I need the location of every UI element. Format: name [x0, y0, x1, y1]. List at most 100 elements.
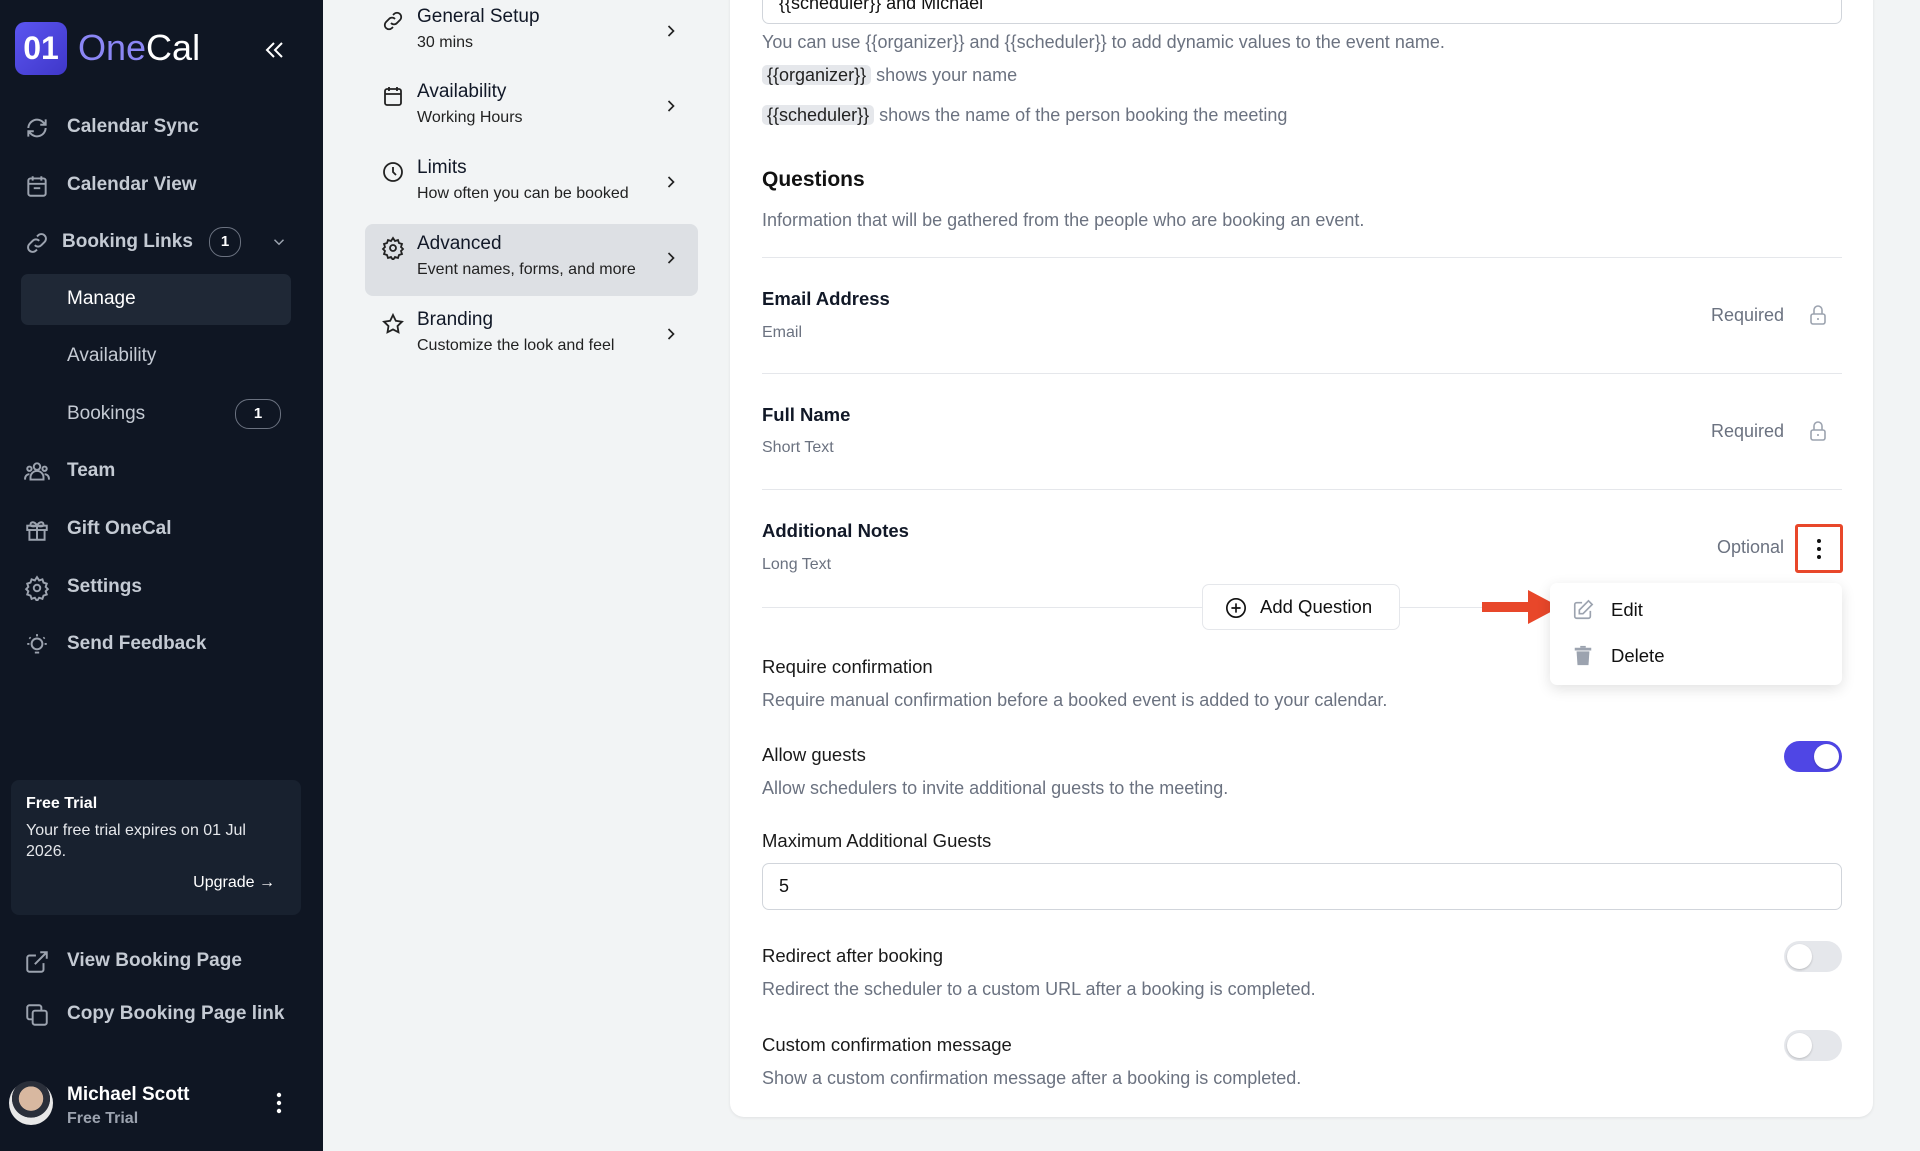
sidebar-item-team[interactable]: Team — [0, 447, 323, 495]
free-trial-card: Free Trial Your free trial expires on 01… — [11, 780, 301, 915]
require-confirmation-desc: Require manual confirmation before a boo… — [762, 690, 1388, 710]
nav-title: Limits — [417, 157, 467, 178]
plus-circle-icon — [1226, 598, 1246, 618]
nav-title: Advanced — [417, 233, 502, 254]
sidebar-item-manage[interactable]: Manage — [21, 274, 291, 325]
link-icon — [27, 233, 47, 253]
sidebar-item-label: Calendar Sync — [67, 116, 199, 137]
scheduler-chip-desc: shows the name of the person booking the… — [879, 105, 1288, 125]
redirect-label: Redirect after booking — [762, 945, 943, 966]
settings-nav-branding[interactable]: Branding Customize the look and feel — [365, 300, 698, 372]
clock-icon — [383, 162, 403, 182]
sidebar-item-gift-onecal[interactable]: Gift OneCal — [0, 505, 323, 553]
lock-icon — [1810, 305, 1826, 325]
sidebar-item-label: Manage — [67, 288, 136, 309]
divider — [762, 489, 1842, 490]
chevron-right-icon — [667, 328, 675, 340]
user-plan: Free Trial — [67, 1110, 139, 1127]
copy-icon — [26, 1004, 48, 1026]
chevron-right-icon — [667, 100, 675, 112]
more-vertical-icon[interactable] — [268, 1091, 290, 1115]
trial-text: Your free trial expires on 01 Jul 2026. — [26, 822, 246, 860]
organizer-chip: {{organizer}} — [762, 65, 872, 85]
event-name-help: You can use {{organizer}} and {{schedule… — [762, 32, 1445, 52]
more-vertical-icon — [1817, 539, 1821, 559]
settings-nav-limits[interactable]: Limits How often you can be booked — [365, 148, 698, 220]
lightbulb-icon — [27, 634, 47, 654]
menu-item-label: Delete — [1611, 645, 1665, 666]
annotation-arrow-icon — [1482, 590, 1560, 624]
settings-nav-availability[interactable]: Availability Working Hours — [365, 72, 698, 144]
user-profile[interactable]: Michael Scott Free Trial — [0, 1078, 323, 1130]
count-badge: 1 — [235, 399, 281, 429]
sidebar-item-label: Bookings — [67, 403, 146, 424]
organizer-chip-desc: shows your name — [876, 65, 1018, 85]
nav-subtitle: 30 mins — [417, 34, 474, 51]
sidebar-item-availability[interactable]: Availability — [0, 332, 323, 380]
question-status: Optional — [1716, 537, 1784, 557]
nav-subtitle: How often you can be booked — [417, 185, 629, 202]
sidebar-item-calendar-view[interactable]: Calendar View — [0, 161, 323, 209]
scheduler-chip: {{scheduler}} — [762, 105, 875, 125]
custom-message-desc: Show a custom confirmation message after… — [762, 1068, 1302, 1088]
sidebar-item-send-feedback[interactable]: Send Feedback — [0, 620, 323, 668]
divider — [762, 607, 1202, 608]
divider — [762, 373, 1842, 374]
refresh-icon — [27, 118, 47, 138]
sidebar-item-label: Availability — [67, 345, 157, 366]
allow-guests-desc: Allow schedulers to invite additional gu… — [762, 778, 1229, 798]
link-icon — [383, 11, 403, 31]
logo-text-cal: Cal — [146, 27, 201, 68]
allow-guests-toggle[interactable] — [1784, 741, 1842, 772]
collapse-sidebar-icon[interactable] — [263, 38, 287, 62]
gift-icon — [26, 521, 48, 541]
calendar-icon — [27, 176, 47, 197]
add-question-button[interactable]: Add Question — [1202, 584, 1400, 630]
question-status: Required — [1710, 305, 1784, 325]
question-label: Additional Notes — [762, 520, 909, 541]
question-options-menu: Edit Delete — [1550, 583, 1842, 685]
custom-message-label: Custom confirmation message — [762, 1034, 1012, 1055]
sidebar-item-label: Team — [67, 460, 116, 481]
max-guests-input[interactable]: 5 — [762, 863, 1842, 910]
edit-icon — [1573, 599, 1594, 620]
question-status: Required — [1710, 421, 1784, 441]
sidebar-item-label: Send Feedback — [67, 633, 207, 654]
redirect-desc: Redirect the scheduler to a custom URL a… — [762, 979, 1316, 999]
sidebar-item-label: Calendar View — [67, 174, 197, 195]
sidebar-item-settings[interactable]: Settings — [0, 563, 323, 611]
question-type: Long Text — [762, 556, 832, 573]
sidebar-item-label: Settings — [67, 576, 142, 597]
settings-nav-general-setup[interactable]: General Setup 30 mins — [365, 0, 698, 69]
require-confirmation-label: Require confirmation — [762, 656, 933, 677]
allow-guests-label: Allow guests — [762, 744, 866, 765]
settings-nav-advanced[interactable]: Advanced Event names, forms, and more — [365, 224, 698, 296]
nav-subtitle: Event names, forms, and more — [417, 261, 636, 278]
nav-title: Branding — [417, 309, 494, 330]
team-icon — [24, 462, 50, 481]
gear-icon — [24, 575, 50, 601]
trial-title: Free Trial — [26, 795, 98, 812]
trash-icon — [1574, 645, 1592, 666]
nav-title: Availability — [417, 81, 507, 102]
chevron-down-icon[interactable] — [270, 233, 288, 251]
question-label: Email Address — [762, 288, 890, 309]
question-type: Email — [762, 324, 803, 341]
redirect-toggle[interactable] — [1784, 941, 1842, 972]
max-guests-value: 5 — [779, 876, 790, 896]
sidebar-item-calendar-sync[interactable]: Calendar Sync — [0, 103, 323, 151]
question-options-button[interactable] — [1795, 524, 1843, 573]
custom-message-toggle[interactable] — [1784, 1030, 1842, 1061]
sidebar-item-booking-links[interactable]: Booking Links 1 — [0, 218, 323, 266]
lock-icon — [1810, 421, 1826, 441]
star-icon — [382, 312, 404, 334]
menu-item-edit[interactable]: Edit — [1550, 589, 1842, 631]
event-name-input[interactable]: {{scheduler}} and Michael — [762, 0, 1842, 24]
logo-text-one: One — [78, 27, 147, 68]
menu-item-delete[interactable]: Delete — [1550, 635, 1842, 677]
view-booking-page-link[interactable]: View Booking Page — [0, 937, 323, 985]
chevron-right-icon — [667, 176, 675, 188]
upgrade-link[interactable]: Upgrade → — [193, 871, 275, 895]
sidebar-item-bookings[interactable]: Bookings 1 — [0, 390, 323, 438]
copy-booking-page-link[interactable]: Copy Booking Page link — [0, 990, 323, 1038]
